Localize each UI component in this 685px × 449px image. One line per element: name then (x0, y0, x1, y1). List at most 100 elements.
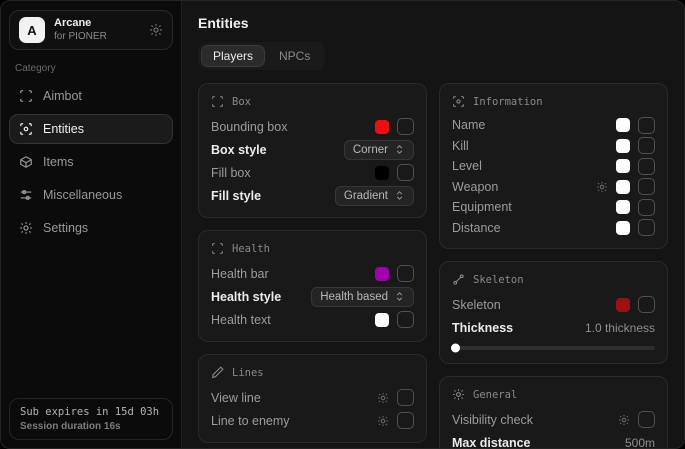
sidebar-item-miscellaneous[interactable]: Miscellaneous (9, 180, 173, 210)
slider-thumb[interactable] (451, 344, 460, 353)
row-label: Visibility check (452, 413, 533, 427)
row-label: View line (211, 391, 261, 405)
distance-row: Distance (452, 218, 655, 239)
row-label: Box style (211, 143, 267, 157)
panel-title: Health (232, 243, 270, 255)
scan-eye-icon (19, 122, 33, 136)
thickness-slider[interactable] (452, 346, 655, 350)
sidebar-item-label: Settings (43, 221, 88, 235)
information-panel: Information Name Kill (439, 83, 668, 249)
sub-expiry-text: Sub expires in 15d 03h (20, 406, 162, 418)
entity-type-tabs: Players NPCs (198, 42, 325, 70)
row-label: Equipment (452, 200, 512, 214)
health-panel: Health Health bar Health style H (198, 230, 427, 342)
subscription-info-card: Sub expires in 15d 03h Session duration … (9, 398, 173, 440)
max-distance-row: Max distance 500m (452, 431, 655, 448)
fill-style-select[interactable]: Gradient (335, 186, 414, 206)
gear-icon[interactable] (618, 414, 630, 426)
row-label: Skeleton (452, 298, 501, 312)
gear-icon (452, 388, 465, 401)
scan-face-icon (452, 95, 465, 108)
color-swatch[interactable] (616, 180, 630, 194)
page-title: Entities (198, 15, 668, 31)
general-panel: General Visibility check Max distance (439, 376, 668, 448)
gear-icon[interactable] (377, 392, 389, 404)
crosshair-scan-icon (19, 89, 33, 103)
lines-panel: Lines View line Line to enemy (198, 354, 427, 443)
pencil-line-icon (211, 366, 224, 379)
sidebar-item-label: Miscellaneous (43, 188, 122, 202)
panel-title: Box (232, 96, 251, 108)
gear-icon[interactable] (149, 23, 163, 37)
box-style-row: Box style Corner (211, 138, 414, 161)
line-to-enemy-checkbox[interactable] (397, 412, 414, 429)
skeleton-checkbox[interactable] (638, 296, 655, 313)
tab-npcs[interactable]: NPCs (267, 45, 322, 67)
health-text-checkbox[interactable] (397, 311, 414, 328)
view-line-row: View line (211, 386, 414, 409)
fill-box-checkbox[interactable] (397, 164, 414, 181)
visibility-check-checkbox[interactable] (638, 411, 655, 428)
box-style-select[interactable]: Corner (344, 140, 414, 160)
panel-columns: Box Bounding box Box style Corne (198, 83, 668, 448)
main-content: Entities Players NPCs Box Bounding box (182, 1, 684, 448)
panel-title: Skeleton (473, 274, 524, 286)
panel-title: Information (473, 96, 543, 108)
gear-icon[interactable] (596, 181, 608, 193)
thickness-value: 1.0 thickness (585, 321, 655, 335)
color-swatch[interactable] (375, 120, 389, 134)
view-line-checkbox[interactable] (397, 389, 414, 406)
level-row: Level (452, 156, 655, 177)
app-header-card: A Arcane for PIONER (9, 10, 173, 50)
color-swatch[interactable] (375, 313, 389, 327)
health-bar-checkbox[interactable] (397, 265, 414, 282)
health-style-select[interactable]: Health based (311, 287, 414, 307)
category-label: Category (15, 63, 167, 74)
color-swatch[interactable] (375, 267, 389, 281)
level-checkbox[interactable] (638, 158, 655, 175)
sidebar-item-aimbot[interactable]: Aimbot (9, 81, 173, 111)
row-label: Bounding box (211, 120, 287, 134)
app-window: A Arcane for PIONER Category Aimbot Enti… (0, 0, 685, 449)
color-swatch[interactable] (616, 221, 630, 235)
row-label: Fill box (211, 166, 251, 180)
color-swatch[interactable] (616, 159, 630, 173)
name-checkbox[interactable] (638, 117, 655, 134)
distance-checkbox[interactable] (638, 219, 655, 236)
equipment-checkbox[interactable] (638, 199, 655, 216)
sliders-icon (19, 188, 33, 202)
sidebar-item-items[interactable]: Items (9, 147, 173, 177)
tab-players[interactable]: Players (201, 45, 265, 67)
weapon-checkbox[interactable] (638, 178, 655, 195)
row-label: Level (452, 159, 482, 173)
color-swatch[interactable] (616, 298, 630, 312)
slider-fill (452, 346, 456, 350)
color-swatch[interactable] (375, 166, 389, 180)
row-label: Health bar (211, 267, 269, 281)
color-swatch[interactable] (616, 139, 630, 153)
weapon-row: Weapon (452, 177, 655, 198)
sidebar-item-settings[interactable]: Settings (9, 213, 173, 243)
row-label: Max distance (452, 436, 531, 449)
row-label: Distance (452, 221, 501, 235)
sidebar-item-label: Items (43, 155, 74, 169)
box-panel: Box Bounding box Box style Corne (198, 83, 427, 218)
health-bar-row: Health bar (211, 262, 414, 285)
information-panel-header: Information (452, 95, 655, 108)
general-panel-header: General (452, 388, 655, 401)
bounding-box-checkbox[interactable] (397, 118, 414, 135)
sidebar-item-entities[interactable]: Entities (9, 114, 173, 144)
chevrons-up-down-icon (394, 144, 405, 155)
kill-checkbox[interactable] (638, 137, 655, 154)
color-swatch[interactable] (616, 200, 630, 214)
gear-icon[interactable] (377, 415, 389, 427)
name-row: Name (452, 115, 655, 136)
equipment-row: Equipment (452, 197, 655, 218)
box-panel-header: Box (211, 95, 414, 108)
bone-icon (452, 273, 465, 286)
sidebar-item-label: Aimbot (43, 89, 82, 103)
color-swatch[interactable] (616, 118, 630, 132)
max-distance-value: 500m (625, 436, 655, 449)
skeleton-row: Skeleton (452, 293, 655, 316)
app-name: Arcane (54, 17, 107, 31)
